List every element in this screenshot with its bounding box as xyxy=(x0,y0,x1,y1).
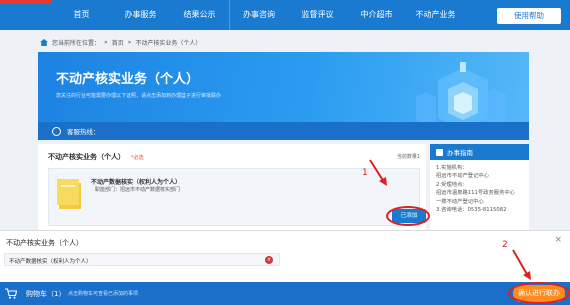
guide-line: 1.实施机构： xyxy=(436,165,468,171)
nav-item-results[interactable]: 结果公示 xyxy=(170,0,229,30)
breadcrumb-prefix: 您当前所在位置： xyxy=(52,40,101,47)
guide-line: 2.受理地点： xyxy=(436,181,468,188)
nav-menu: 首页 办事服务 结果公示 办事咨询 监督评议 中介超市 不动产业务 xyxy=(52,0,465,30)
phone-icon xyxy=(52,126,61,136)
cart-item: 不动产数据核实（权利人为个人） × xyxy=(4,253,280,266)
hotline-label: 客服热线： xyxy=(67,128,100,136)
nav-item-supervise[interactable]: 监督评议 xyxy=(288,0,347,30)
required-mark: *必选 xyxy=(131,155,144,161)
nav-item-realestate[interactable]: 不动产业务 xyxy=(406,0,465,30)
guide-line: 招远市不动产登记中心 xyxy=(436,173,489,180)
breadcrumb-home[interactable]: 首页 xyxy=(112,38,124,47)
close-icon[interactable]: × xyxy=(554,235,562,245)
cart-panel: 不动产核实业务（个人） × 不动产数据核实（权利人为个人） × xyxy=(0,230,570,282)
nav-item-consult[interactable]: 办事咨询 xyxy=(229,0,288,30)
section-title-text: 不动产核实业务（个人） xyxy=(48,153,125,161)
cart-item-name: 不动产数据核实（权利人为个人） xyxy=(9,259,92,265)
hotline-bar: 客服热线： xyxy=(38,122,529,140)
cart-icon xyxy=(5,288,17,299)
annotation-arrow-2 xyxy=(512,249,531,280)
delete-icon[interactable]: × xyxy=(265,256,273,264)
guide-header: 办事指南 xyxy=(430,144,529,160)
annotation-number-2: 2 xyxy=(502,240,508,250)
cart-hint: 点击购物车可查看已添加的事项 xyxy=(68,291,139,297)
breadcrumb: 您当前所在位置： » 首页 » 不动产核实业务（个人） xyxy=(40,38,201,47)
annotation-circle-2 xyxy=(508,282,570,304)
banner-subtitle: 您关注的行业可能需要办理以下证照，请点击添加到办理篮子进行审批联办 xyxy=(56,93,222,99)
annotation-number-1: 1 xyxy=(362,168,368,178)
cart-label[interactable]: 购物车（1） xyxy=(26,289,65,299)
breadcrumb-sep: » xyxy=(104,39,108,46)
cart-bar: 购物车（1） 点击购物车可查看已添加的事项 确认进行联办 xyxy=(0,282,570,305)
breadcrumb-current: 不动产核实业务（个人） xyxy=(135,40,202,47)
banner-title: 不动产核实业务（个人） xyxy=(56,72,200,87)
guide-line: 招远市温泉路111号政务服务中心 xyxy=(436,190,515,197)
logo xyxy=(0,0,52,4)
cart-panel-title: 不动产核实业务（个人） xyxy=(6,239,83,247)
guide-icon xyxy=(436,148,443,156)
annotation-circle-1 xyxy=(386,206,430,226)
section-title: 不动产核实业务（个人） *必选 xyxy=(48,152,144,162)
guide-line: 3.咨询电话：0535-8115082 xyxy=(436,207,507,214)
breadcrumb-sep: » xyxy=(127,39,132,46)
home-icon xyxy=(40,39,48,46)
item-name: 不动产数据核实（权利人为个人） xyxy=(91,179,182,186)
nav-item-agency-market[interactable]: 中介超市 xyxy=(347,0,406,30)
guide-body: 1.实施机构： 招远市不动产登记中心 2.受理地点： 招远市温泉路111号政务服… xyxy=(430,160,529,218)
top-nav: 首页 办事服务 结果公示 办事咨询 监督评议 中介超市 不动产业务 使用帮助 xyxy=(0,0,570,30)
nav-item-services[interactable]: 办事服务 xyxy=(111,0,170,30)
guide-panel: 办事指南 1.实施机构： 招远市不动产登记中心 2.受理地点： 招远市温泉路11… xyxy=(430,144,529,230)
help-button[interactable]: 使用帮助 xyxy=(497,8,561,24)
guide-line: 一楼不动产登记中心 xyxy=(436,198,484,205)
folder-icon xyxy=(57,179,81,209)
guide-title: 办事指南 xyxy=(447,149,473,157)
annotation-arrow-1 xyxy=(369,159,387,186)
nav-item-home[interactable]: 首页 xyxy=(52,0,111,30)
current-count: 当前数量1 xyxy=(396,154,420,160)
item-department: 职能部门：招远市不动产数据核实部门 xyxy=(95,187,181,193)
